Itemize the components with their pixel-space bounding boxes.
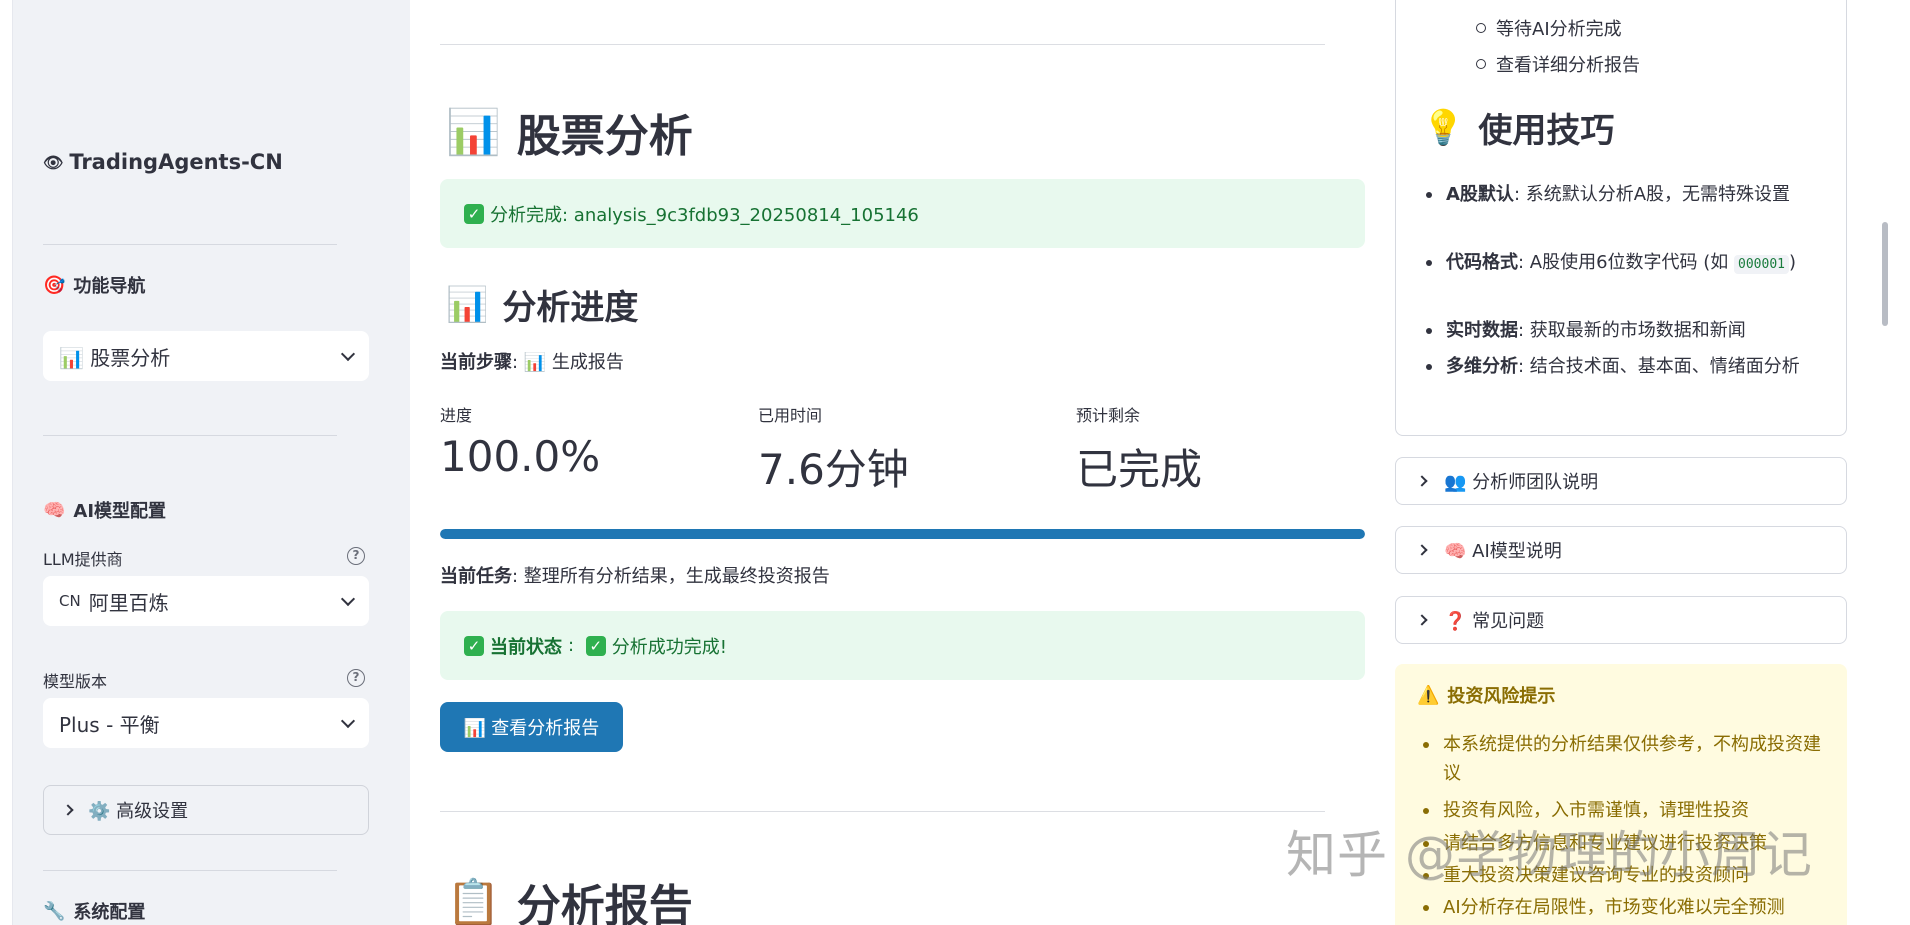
advanced-settings-expander[interactable]: ⚙️ 高级设置 (43, 785, 369, 835)
help-icon[interactable]: ? (347, 547, 365, 565)
target-icon: 🎯 (43, 274, 66, 296)
nav-heading: 🎯 功能导航 (43, 274, 146, 298)
faq-expander[interactable]: ❓ 常见问题 (1395, 596, 1847, 644)
current-step: 当前步骤: 📊 生成报告 (440, 352, 624, 373)
progress-bar-fill (440, 529, 1365, 539)
list-item: 等待AI分析完成 (1476, 15, 1622, 41)
metric-elapsed-label: 已用时间 (758, 406, 823, 425)
sidebar: 👁 TradingAgents-CN 🎯 功能导航 📊 股票分析 🧠 AI模型配… (12, 0, 410, 925)
tip-item: A股默认: 系统默认分析A股，无需特殊设置 (1426, 179, 1806, 211)
ai-config-heading: 🧠 AI模型配置 (43, 499, 167, 523)
chevron-right-icon (1416, 544, 1428, 556)
analyst-team-expander[interactable]: 👥 分析师团队说明 (1395, 457, 1847, 505)
model-version-label: 模型版本 (43, 672, 108, 691)
tips-heading: 💡 使用技巧 (1422, 107, 1615, 152)
flag-cn-icon: CN (59, 592, 81, 610)
list-item: 查看详细分析报告 (1476, 51, 1640, 77)
help-icon[interactable]: ? (347, 669, 365, 687)
progress-bar (440, 529, 1365, 539)
metric-progress-label: 进度 (440, 406, 473, 425)
metric-progress-value: 100.0% (440, 432, 601, 481)
risk-title: ⚠️ 投资风险提示 (1417, 684, 1556, 708)
risk-item: AI分析存在局限性，市场变化难以完全预测 (1423, 893, 1833, 922)
warning-icon: ⚠️ (1417, 684, 1440, 706)
sidebar-divider (43, 435, 337, 436)
chevron-right-icon (1416, 614, 1428, 626)
check-icon: ✓ (585, 635, 606, 656)
scrollbar[interactable] (1882, 222, 1888, 326)
divider (440, 44, 1325, 45)
check-icon: ✓ (464, 203, 484, 224)
brain-icon: 🧠 (43, 499, 66, 521)
main-content: 📊 股票分析 ✓ 分析完成: analysis_9c3fdb93_2025081… (440, 0, 1365, 925)
chevron-down-icon (340, 346, 356, 361)
chevron-right-icon (1416, 475, 1428, 487)
chevron-down-icon (340, 713, 356, 728)
divider (440, 811, 1325, 812)
nav-select[interactable]: 📊 股票分析 (43, 331, 369, 381)
sidebar-divider (43, 870, 337, 871)
chevron-down-icon (340, 591, 356, 606)
brand-name: TradingAgents-CN (69, 150, 283, 174)
code-snippet: 000001 (1734, 255, 1789, 274)
page-title: 📊 股票分析 (446, 107, 693, 162)
progress-heading: 📊 分析进度 (446, 284, 639, 329)
metric-remaining-value: 已完成 (1076, 445, 1203, 494)
usage-card: 等待AI分析完成 查看详细分析报告 💡 使用技巧 A股默认: 系统默认分析A股，… (1395, 0, 1847, 436)
risk-item: 本系统提供的分析结果仅供参考，不构成投资建议 (1423, 730, 1833, 788)
view-report-button[interactable]: 📊 查看分析报告 (440, 702, 623, 752)
lightbulb-icon: 💡 (1422, 107, 1465, 148)
wrench-icon: 🔧 (43, 900, 66, 922)
ai-model-expander[interactable]: 🧠 AI模型说明 (1395, 526, 1847, 574)
metric-elapsed-value: 7.6分钟 (758, 445, 909, 494)
check-icon: ✓ (464, 635, 484, 656)
report-title: 📋 分析报告 (446, 870, 693, 925)
eye-icon: 👁 (43, 152, 64, 172)
llm-provider-select[interactable]: CN 阿里百炼 (43, 576, 369, 626)
chevron-right-icon (62, 804, 74, 816)
llm-provider-label: LLM提供商 (43, 550, 123, 569)
current-task: 当前任务: 整理所有分析结果，生成最终投资报告 (440, 566, 830, 587)
system-config-heading: 🔧 系统配置 (43, 900, 146, 924)
clipboard-icon: 📋 (446, 877, 501, 925)
status-alert: ✓ 当前状态: ✓ 分析成功完成! (440, 611, 1365, 680)
tip-item: 实时数据: 获取最新的市场数据和新闻 (1426, 315, 1806, 347)
tip-item: 代码格式: A股使用6位数字代码 (如 000001) (1426, 247, 1806, 281)
watermark: 知乎 @学物理的小周记 (1286, 826, 1813, 884)
brand: 👁 TradingAgents-CN (43, 150, 283, 174)
help-panel: 等待AI分析完成 查看详细分析报告 💡 使用技巧 A股默认: 系统默认分析A股，… (1395, 0, 1847, 925)
tip-item: 多维分析: 结合技术面、基本面、情绪面分析 (1426, 351, 1806, 383)
bar-chart-icon: 📊 (446, 284, 489, 325)
bar-chart-icon: 📊 (446, 107, 501, 158)
sidebar-divider (43, 244, 337, 245)
model-version-select[interactable]: Plus - 平衡 (43, 698, 369, 748)
metric-remaining-label: 预计剩余 (1076, 406, 1141, 425)
success-alert: ✓ 分析完成: analysis_9c3fdb93_20250814_10514… (440, 179, 1365, 248)
